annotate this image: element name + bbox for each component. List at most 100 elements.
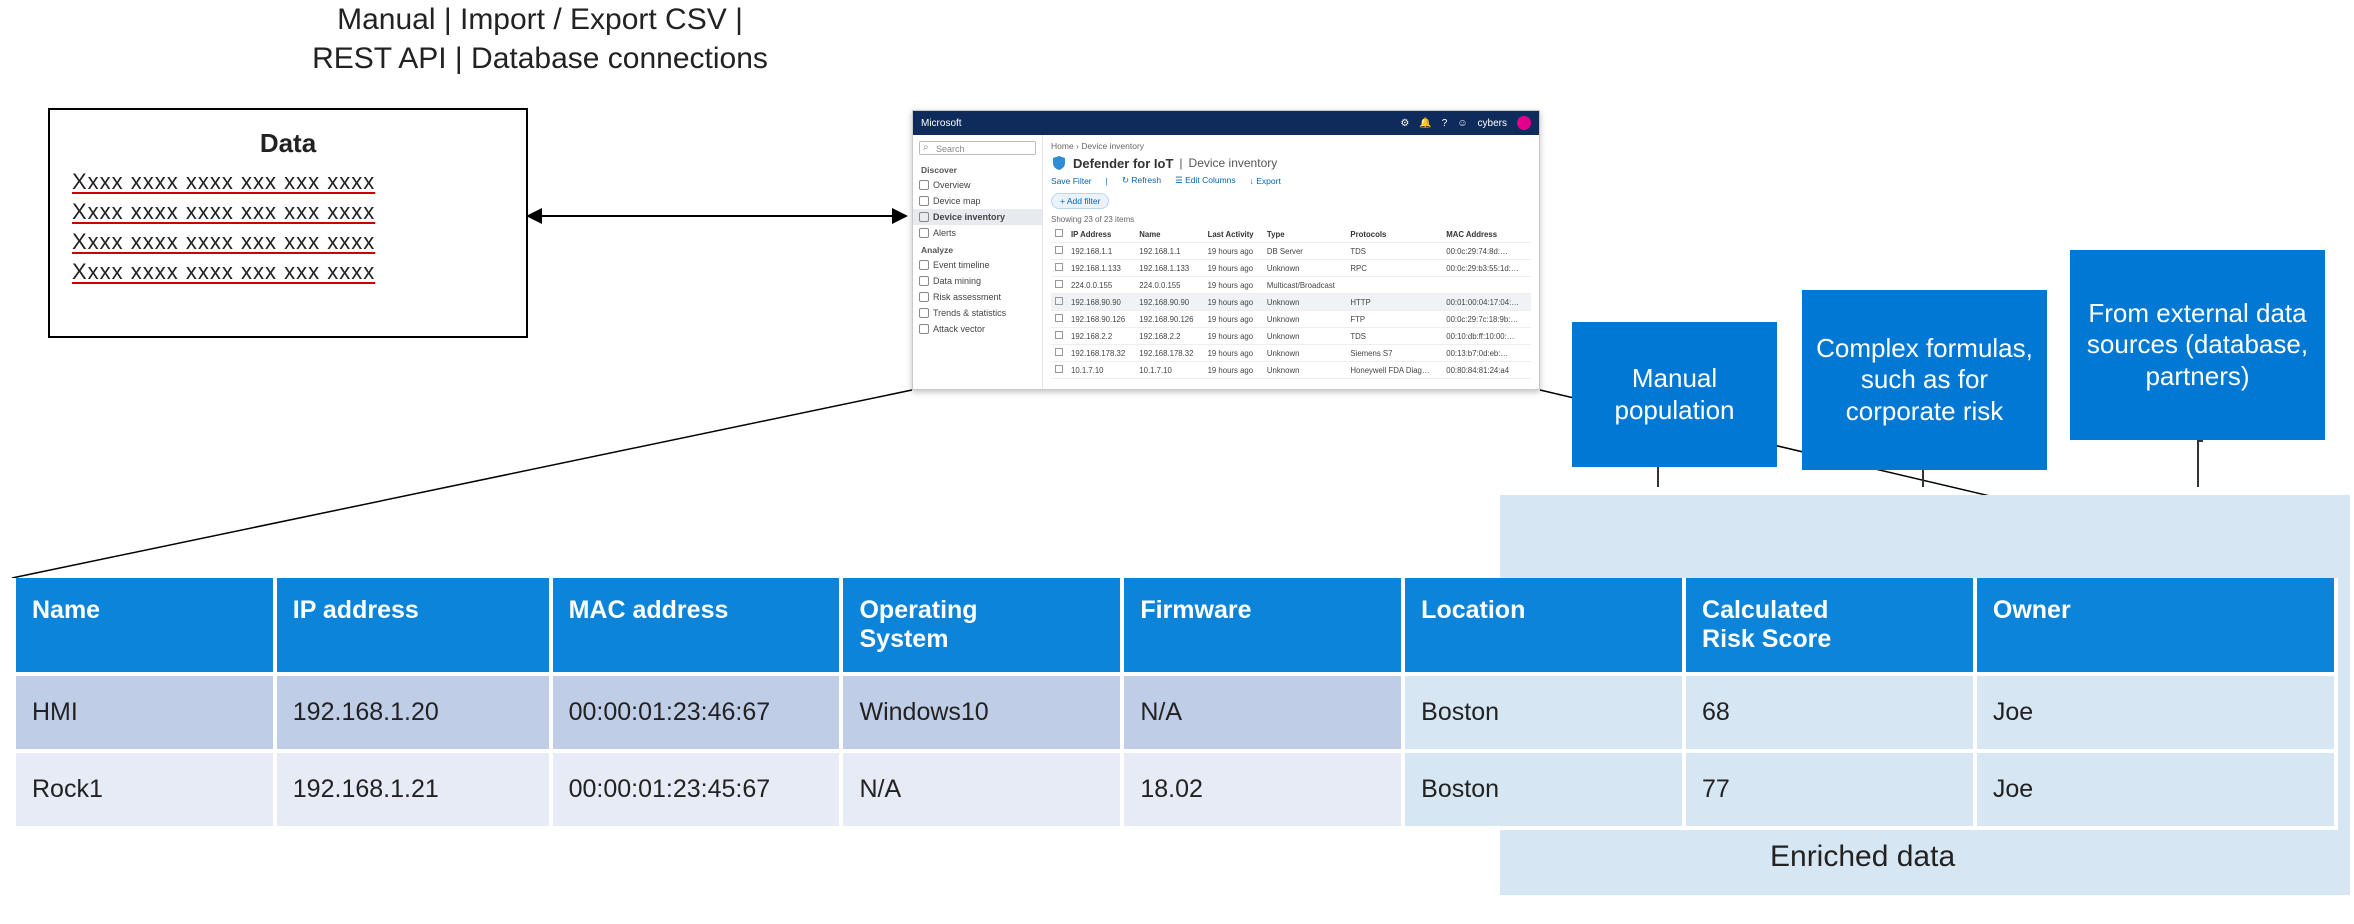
cell: 00:00:01:23:46:67 xyxy=(551,674,842,751)
checkbox-icon[interactable] xyxy=(1055,297,1063,305)
checkbox-icon[interactable] xyxy=(1055,348,1063,356)
checkbox-icon[interactable] xyxy=(1055,314,1063,322)
checkbox-icon[interactable] xyxy=(1055,246,1063,254)
nav-trends[interactable]: Trends & statistics xyxy=(913,305,1042,321)
checkbox-icon[interactable] xyxy=(1055,263,1063,271)
nav-label: Overview xyxy=(933,180,971,190)
breadcrumb[interactable]: Home › Device inventory xyxy=(1051,141,1531,151)
nav-label: Event timeline xyxy=(933,260,990,270)
enriched-label: Enriched data xyxy=(1770,840,1955,874)
nav-data-mining[interactable]: Data mining xyxy=(913,273,1042,289)
side-nav: Search Discover Overview Device map Devi… xyxy=(913,135,1043,389)
save-filter-button[interactable]: Save Filter xyxy=(1051,176,1092,186)
nav-overview[interactable]: Overview xyxy=(913,177,1042,193)
placeholder-row: Xxxx xxxx xxxx xxx xxx xxxx xyxy=(72,229,504,255)
cell: Boston xyxy=(1403,674,1684,751)
checkbox-icon[interactable] xyxy=(1055,365,1063,373)
integration-line1: Manual | Import / Export CSV | xyxy=(270,0,810,39)
nav-device-inventory[interactable]: Device inventory xyxy=(913,209,1042,225)
table-row[interactable]: 10.1.7.1010.1.7.1019 hours agoUnknownHon… xyxy=(1051,362,1531,379)
connector-line xyxy=(1922,470,1924,487)
connector-line xyxy=(2197,440,2199,487)
refresh-button[interactable]: ↻ Refresh xyxy=(1122,175,1161,186)
cell: 19 hours ago xyxy=(1204,277,1263,294)
cell: Boston xyxy=(1403,751,1684,828)
cell: 10.1.7.10 xyxy=(1135,362,1203,379)
mini-col-header[interactable]: Name xyxy=(1135,226,1203,243)
callout-text: Complex formulas, such as for corporate … xyxy=(1814,333,2035,427)
cell xyxy=(1346,277,1442,294)
defender-app-screenshot: Microsoft ⚙ 🔔 ? ☺ cybers Search Discover… xyxy=(912,110,1540,390)
mini-col-header[interactable]: MAC Address xyxy=(1442,226,1531,243)
product-name: Defender for IoT xyxy=(1073,156,1173,171)
cell xyxy=(1051,311,1067,328)
edit-columns-button[interactable]: ☰ Edit Columns xyxy=(1175,175,1236,186)
search-input[interactable]: Search xyxy=(919,141,1036,155)
checkbox-icon[interactable] xyxy=(1055,331,1063,339)
attack-icon xyxy=(919,324,929,334)
table-row[interactable]: 224.0.0.155224.0.0.15519 hours agoMultic… xyxy=(1051,277,1531,294)
mini-col-header[interactable]: Protocols xyxy=(1346,226,1442,243)
bidirectional-arrow xyxy=(528,215,906,217)
mini-col-header[interactable] xyxy=(1051,226,1067,243)
timeline-icon xyxy=(919,260,929,270)
nav-label: Trends & statistics xyxy=(933,308,1006,318)
cell: Honeywell FDA Diag… xyxy=(1346,362,1442,379)
cell: 19 hours ago xyxy=(1204,328,1263,345)
nav-event-timeline[interactable]: Event timeline xyxy=(913,257,1042,273)
cell: 192.168.1.133 xyxy=(1135,260,1203,277)
help-icon[interactable]: ? xyxy=(1442,118,1448,129)
nav-label: Device map xyxy=(933,196,981,206)
cell: HMI xyxy=(14,674,275,751)
cell: 68 xyxy=(1684,674,1975,751)
settings-icon[interactable]: ⚙ xyxy=(1400,118,1409,129)
mini-col-header[interactable]: Last Activity xyxy=(1204,226,1263,243)
cell: RPC xyxy=(1346,260,1442,277)
table-row[interactable]: 192.168.178.32192.168.178.3219 hours ago… xyxy=(1051,345,1531,362)
callout-external: From external data sources (database, pa… xyxy=(2070,250,2325,440)
mini-col-header[interactable]: IP Address xyxy=(1067,226,1135,243)
cell: 192.168.2.2 xyxy=(1135,328,1203,345)
nav-risk-assessment[interactable]: Risk assessment xyxy=(913,289,1042,305)
inventory-mini-table: IP AddressNameLast ActivityTypeProtocols… xyxy=(1051,226,1531,379)
cell: 19 hours ago xyxy=(1204,311,1263,328)
avatar[interactable] xyxy=(1517,116,1531,130)
cell xyxy=(1051,328,1067,345)
cell: DB Server xyxy=(1263,243,1346,260)
external-data-box: Data Xxxx xxxx xxxx xxx xxx xxxx Xxxx xx… xyxy=(48,108,528,338)
checkbox-icon[interactable] xyxy=(1055,280,1063,288)
nav-device-map[interactable]: Device map xyxy=(913,193,1042,209)
col-header: IP address xyxy=(275,578,551,674)
table-row[interactable]: 192.168.1.133192.168.1.13319 hours agoUn… xyxy=(1051,260,1531,277)
callout-text: Manual population xyxy=(1584,363,1765,425)
cell: 19 hours ago xyxy=(1204,243,1263,260)
notifications-icon[interactable]: 🔔 xyxy=(1419,118,1431,129)
checkbox-icon[interactable] xyxy=(1055,229,1063,237)
nav-alerts[interactable]: Alerts xyxy=(913,225,1042,241)
cell: Joe xyxy=(1975,674,2336,751)
mining-icon xyxy=(919,276,929,286)
cell: Siemens S7 xyxy=(1346,345,1442,362)
cell xyxy=(1442,277,1531,294)
connector-line xyxy=(1657,467,1659,487)
cell xyxy=(1051,277,1067,294)
mini-col-header[interactable]: Type xyxy=(1263,226,1346,243)
feedback-icon[interactable]: ☺ xyxy=(1457,118,1467,129)
nav-label: Data mining xyxy=(933,276,981,286)
nav-attack-vector[interactable]: Attack vector xyxy=(913,321,1042,337)
add-filter-button[interactable]: + Add filter xyxy=(1051,193,1109,209)
table-row[interactable]: 192.168.90.126192.168.90.12619 hours ago… xyxy=(1051,311,1531,328)
export-button[interactable]: ↓ Export xyxy=(1250,176,1281,186)
col-header: CalculatedRisk Score xyxy=(1684,578,1975,674)
trends-icon xyxy=(919,308,929,318)
col-header: Owner xyxy=(1975,578,2336,674)
device-enrichment-table: NameIP addressMAC addressOperatingSystem… xyxy=(12,578,2338,830)
table-row[interactable]: 192.168.90.90192.168.90.9019 hours agoUn… xyxy=(1051,294,1531,311)
table-row[interactable]: 192.168.2.2192.168.2.219 hours agoUnknow… xyxy=(1051,328,1531,345)
table-row[interactable]: 192.168.1.1192.168.1.119 hours agoDB Ser… xyxy=(1051,243,1531,260)
table-row: HMI192.168.1.2000:00:01:23:46:67Windows1… xyxy=(14,674,2336,751)
shield-icon xyxy=(1051,155,1067,171)
col-header: MAC address xyxy=(551,578,842,674)
map-icon xyxy=(919,196,929,206)
nav-label: Alerts xyxy=(933,228,956,238)
